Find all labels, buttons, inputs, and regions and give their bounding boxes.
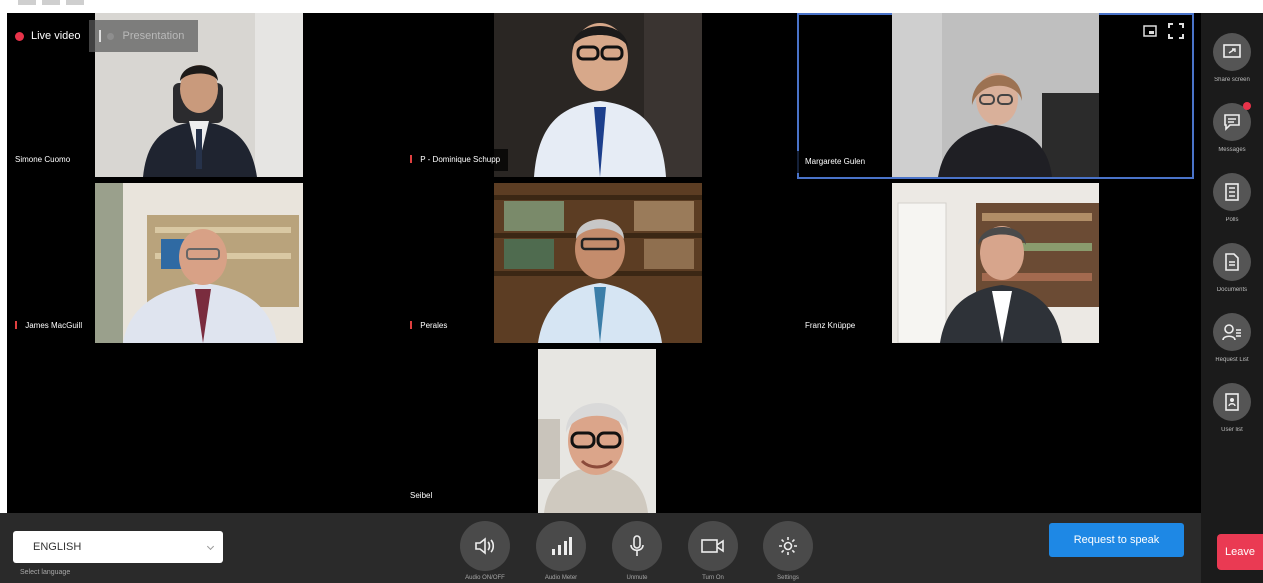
- messages-icon: [1213, 102, 1251, 141]
- participant-tile[interactable]: James MacGuill: [7, 183, 397, 343]
- participant-name-label: Simone Cuomo: [15, 155, 71, 164]
- audio-meter-button[interactable]: Audio Meter: [533, 521, 589, 581]
- participant-name-label: Seibel: [410, 491, 433, 500]
- mic-muted-icon: [15, 321, 17, 329]
- mic-muted-icon: [410, 321, 412, 329]
- participant-name-label: Perales: [420, 321, 448, 330]
- sidebar-item-label: Documents: [1216, 287, 1248, 293]
- conference-app: Live video Presentation Simone Cuomo P -…: [0, 0, 1263, 583]
- participant-name-label: P - Dominique Schupp: [420, 155, 501, 164]
- live-video-tab[interactable]: Live video: [7, 20, 89, 52]
- sidebar-item-label: Messages: [1218, 147, 1246, 153]
- user-list-button[interactable]: User list: [1201, 383, 1263, 433]
- participant-tile-active[interactable]: Margarete Gulen: [797, 13, 1194, 179]
- request-list-button[interactable]: Request List: [1201, 313, 1263, 363]
- fullscreen-icon[interactable]: [1168, 23, 1184, 39]
- sidebar-item-label: Request List: [1215, 357, 1249, 363]
- audio-toggle-button[interactable]: Audio ON/OFF: [457, 521, 513, 581]
- camera-button[interactable]: Turn On: [685, 521, 741, 581]
- documents-button[interactable]: Documents: [1201, 243, 1263, 293]
- right-sidebar: Share screen Messages Polls Documents Re…: [1201, 13, 1263, 583]
- control-label: Turn On: [702, 575, 724, 581]
- sidebar-item-label: User list: [1221, 427, 1243, 433]
- settings-button[interactable]: Settings: [760, 521, 816, 581]
- leave-button[interactable]: Leave: [1217, 534, 1263, 570]
- polls-button[interactable]: Polls: [1201, 173, 1263, 223]
- tab-divider: [98, 30, 101, 42]
- participant-name: Simone Cuomo: [7, 149, 79, 171]
- signal-bars-icon: [536, 521, 586, 571]
- presentation-dot-icon: [106, 32, 114, 40]
- participant-name: Perales: [402, 315, 456, 337]
- control-label: Audio Meter: [544, 575, 578, 581]
- participant-video: [538, 349, 656, 513]
- video-stage: Live video Presentation Simone Cuomo P -…: [7, 13, 1201, 513]
- unmute-button[interactable]: Unmute: [609, 521, 665, 581]
- live-video-label: Live video: [31, 30, 81, 42]
- participant-tile[interactable]: Franz Knüppe: [797, 183, 1194, 343]
- user-list-icon: [1213, 383, 1251, 421]
- request-list-icon: [1213, 313, 1251, 351]
- participant-name-label: Margarete Gulen: [805, 157, 866, 166]
- presentation-label: Presentation: [122, 30, 185, 42]
- presentation-tab[interactable]: Presentation: [88, 20, 199, 52]
- gear-icon: [763, 521, 813, 571]
- participant-name: P - Dominique Schupp: [402, 149, 509, 171]
- chevron-down-icon: [206, 542, 215, 551]
- minimize-icon[interactable]: [1142, 23, 1158, 39]
- participant-video: [494, 183, 702, 343]
- participant-video: [892, 183, 1099, 343]
- participant-name: Margarete Gulen: [797, 151, 874, 173]
- tile-tools: [1142, 23, 1184, 39]
- participant-name: James MacGuill: [7, 315, 91, 337]
- participant-tile[interactable]: Seibel: [402, 349, 792, 513]
- control-label: Audio ON/OFF: [465, 575, 505, 581]
- participant-tile[interactable]: Perales: [402, 183, 792, 343]
- mic-muted-icon: [410, 155, 412, 163]
- toolbar-mark: [42, 0, 60, 5]
- control-bar: ENGLISH Select language Audio ON/OFF Aud…: [0, 513, 1201, 583]
- notification-badge: [1243, 102, 1251, 110]
- camera-icon: [688, 521, 738, 571]
- participant-name: Seibel: [402, 485, 441, 507]
- speaker-icon: [460, 521, 510, 571]
- participant-tile[interactable]: P - Dominique Schupp: [402, 13, 792, 177]
- participant-video: [494, 13, 702, 177]
- participant-name-label: Franz Knüppe: [805, 321, 856, 330]
- participant-name: Franz Knüppe: [797, 315, 864, 337]
- language-select[interactable]: ENGLISH: [13, 531, 223, 563]
- language-value: ENGLISH: [33, 541, 82, 553]
- sidebar-item-label: Polls: [1225, 217, 1239, 223]
- messages-button[interactable]: Messages: [1201, 102, 1263, 153]
- top-strip: [0, 0, 1263, 12]
- stage-tabs: Live video Presentation: [7, 20, 199, 52]
- share-screen-icon: [1213, 33, 1251, 71]
- polls-icon: [1213, 173, 1251, 211]
- control-label: Unmute: [626, 575, 648, 581]
- microphone-icon: [612, 521, 662, 571]
- participant-video: [892, 13, 1099, 177]
- participant-name-label: James MacGuill: [25, 321, 83, 330]
- language-label: Select language: [20, 569, 71, 576]
- control-label: Settings: [777, 575, 799, 581]
- participant-video: [95, 183, 303, 343]
- share-screen-button[interactable]: Share screen: [1201, 33, 1263, 83]
- live-dot-icon: [15, 31, 24, 41]
- toolbar-mark: [66, 0, 84, 5]
- toolbar-mark: [18, 0, 36, 5]
- documents-icon: [1213, 243, 1251, 281]
- sidebar-item-label: Share screen: [1214, 77, 1250, 83]
- request-to-speak-button[interactable]: Request to speak: [1049, 523, 1184, 557]
